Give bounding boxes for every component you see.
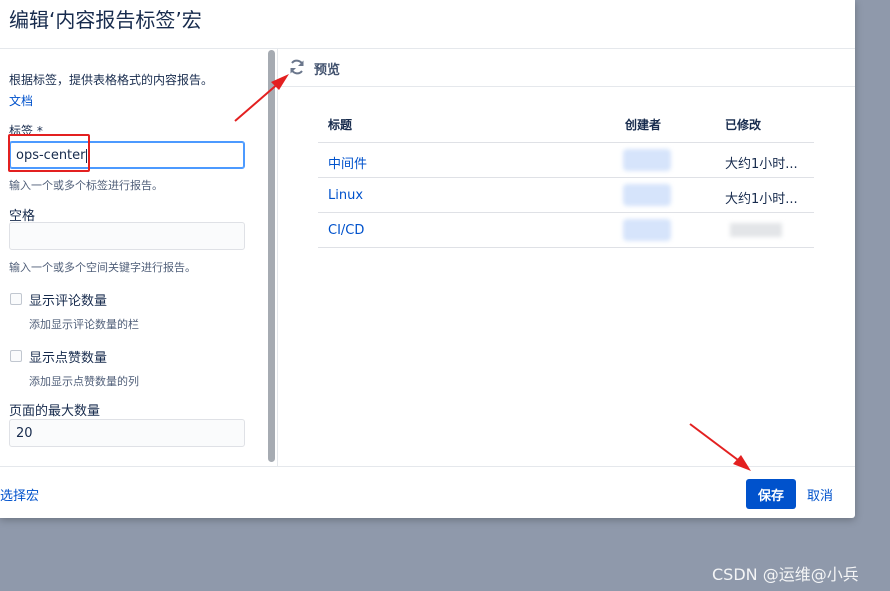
- annotation-highlight-box: [8, 134, 90, 172]
- select-macro-link[interactable]: 选择宏: [0, 485, 39, 504]
- show-likes-checkbox[interactable]: [10, 350, 22, 362]
- page-title-link[interactable]: CI/CD: [328, 223, 364, 238]
- macro-description: 根据标签，提供表格格式的内容报告。: [9, 73, 214, 87]
- save-button[interactable]: 保存: [746, 479, 796, 509]
- creator-avatar: [623, 149, 671, 171]
- show-comments-hint: 添加显示评论数量的栏: [29, 318, 139, 331]
- column-header-modified: 已修改: [725, 118, 762, 132]
- show-likes-hint: 添加显示点赞数量的列: [29, 375, 139, 388]
- creator-avatar: [623, 219, 671, 241]
- page-title-link[interactable]: Linux: [328, 188, 363, 203]
- max-pages-label: 页面的最大数量: [9, 404, 101, 419]
- spaces-input[interactable]: [9, 222, 245, 250]
- show-comments-label: 显示评论数量: [29, 294, 108, 309]
- cancel-button[interactable]: 取消: [807, 485, 833, 504]
- modified-cell: 大约1小时...: [725, 157, 798, 172]
- show-likes-label: 显示点赞数量: [29, 351, 108, 366]
- table-row: 中间件 大约1小时...: [318, 143, 814, 178]
- table-row: Linux 大约1小时...: [318, 178, 814, 213]
- refresh-icon[interactable]: [288, 58, 306, 76]
- dialog-title: 编辑‘内容报告标签’宏: [9, 8, 202, 32]
- spaces-hint: 输入一个或多个空间关键字进行报告。: [9, 261, 196, 274]
- column-header-title: 标题: [328, 118, 353, 132]
- watermark: CSDN @运维@小兵: [712, 565, 859, 584]
- macro-form-panel: 根据标签，提供表格格式的内容报告。 文档 标签 * ops-center 输入一…: [0, 49, 268, 464]
- table-header-row: 标题 创建者 已修改: [318, 110, 814, 143]
- show-comments-checkbox[interactable]: [10, 293, 22, 305]
- table-row: CI/CD: [318, 213, 814, 248]
- splitter-handle[interactable]: [268, 50, 275, 462]
- labels-hint: 输入一个或多个标签进行报告。: [9, 179, 163, 192]
- creator-avatar: [623, 184, 671, 206]
- edit-macro-dialog: 编辑‘内容报告标签’宏 根据标签，提供表格格式的内容报告。 文档 标签 * op…: [0, 0, 855, 518]
- preview-label: 预览: [314, 63, 341, 78]
- preview-header: 预览: [278, 49, 855, 87]
- max-pages-input[interactable]: 20: [9, 419, 245, 447]
- dialog-footer: 选择宏 保存 取消: [0, 466, 855, 519]
- page-title-link[interactable]: 中间件: [328, 153, 367, 172]
- panel-divider: [277, 49, 278, 466]
- modified-cell: 大约1小时...: [725, 192, 798, 207]
- dialog-header: 编辑‘内容报告标签’宏: [0, 0, 855, 49]
- column-header-creator: 创建者: [625, 118, 662, 132]
- documentation-link[interactable]: 文档: [9, 92, 33, 109]
- modified-cell-redacted: [730, 223, 782, 237]
- panel-splitter[interactable]: [267, 49, 276, 464]
